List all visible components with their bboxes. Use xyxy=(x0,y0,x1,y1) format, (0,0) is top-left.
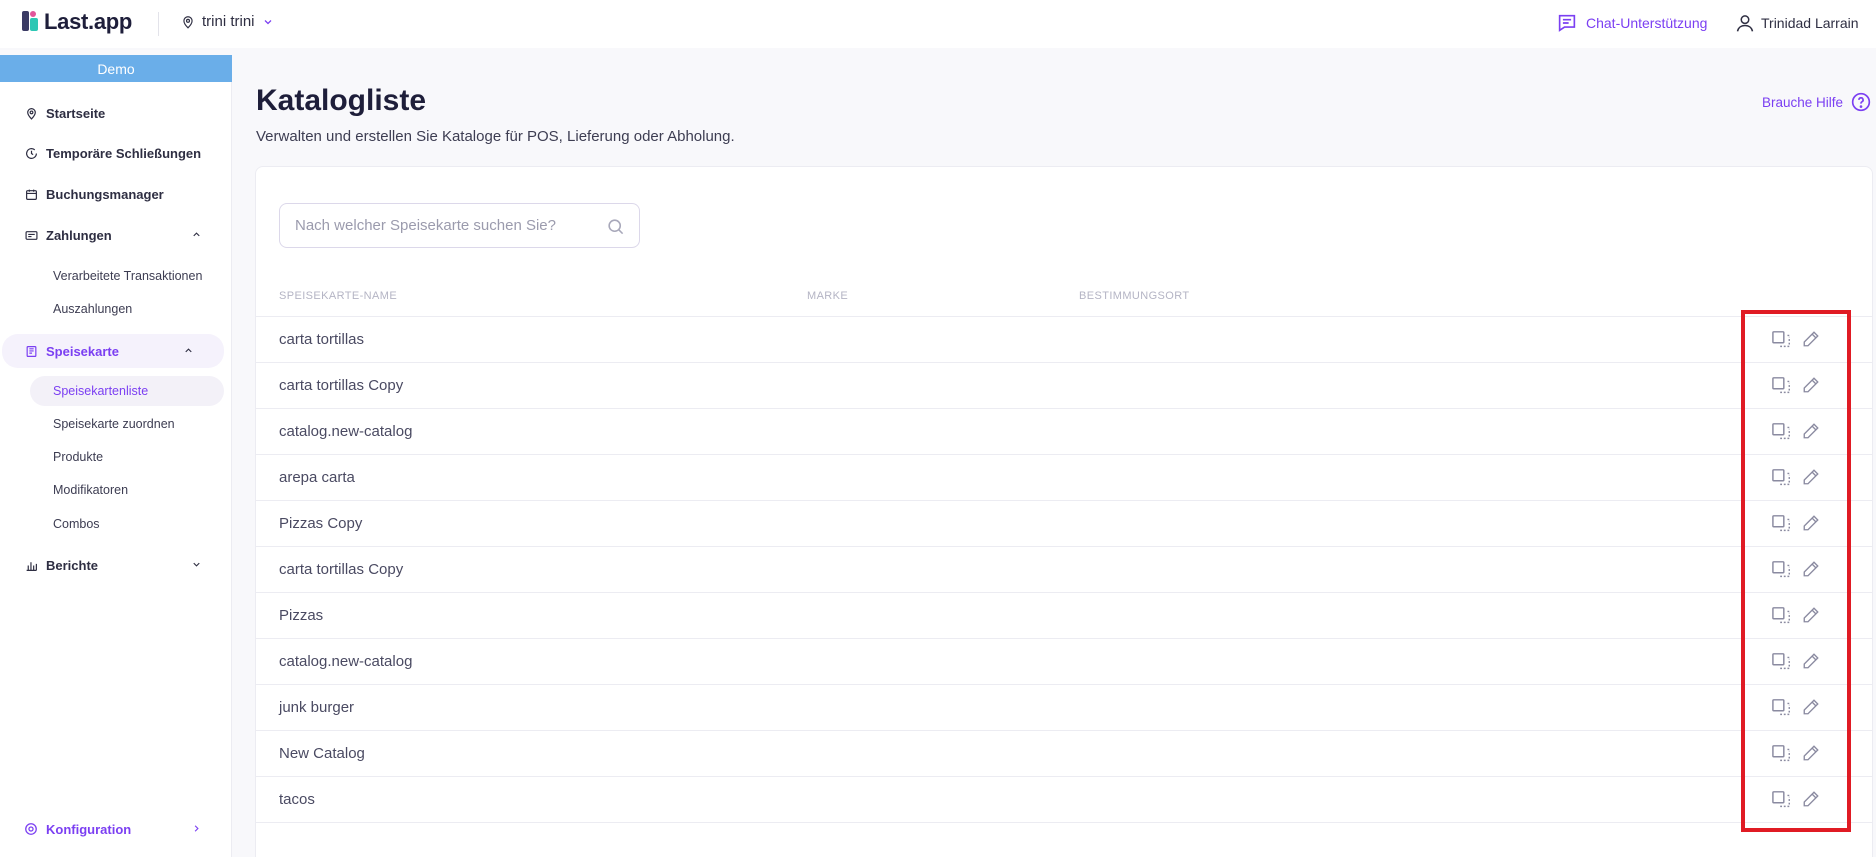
menu-book-icon xyxy=(24,344,38,358)
chevron-up-icon xyxy=(185,348,192,353)
table-row[interactable]: carta tortillas Copy xyxy=(256,362,1872,408)
chevron-down-icon xyxy=(264,19,271,24)
sidebar-item-label: Startseite xyxy=(46,105,106,121)
sidebar-subitem-modifiers[interactable]: Modifikatoren xyxy=(0,475,232,505)
search-input[interactable] xyxy=(295,217,595,234)
clock-icon xyxy=(24,146,38,160)
sidebar-subitem-payouts[interactable]: Auszahlungen xyxy=(0,294,232,324)
table-row[interactable]: junk burger xyxy=(256,684,1872,730)
sidebar-subitem-assign-menu[interactable]: Speisekarte zuordnen xyxy=(0,409,232,439)
app-logo[interactable]: Last.app xyxy=(22,9,132,35)
search-box[interactable] xyxy=(279,203,640,248)
map-pin-icon xyxy=(183,15,193,29)
column-header-brand: MARKE xyxy=(807,290,849,302)
table-row[interactable]: carta tortillas Copy xyxy=(256,546,1872,592)
gear-icon xyxy=(24,822,38,836)
sidebar-item-label: Buchungsmanager xyxy=(46,186,164,202)
chat-icon xyxy=(1558,14,1576,32)
chevron-up-icon xyxy=(193,232,200,237)
help-label: Brauche Hilfe xyxy=(1762,94,1844,110)
sidebar-item-label: Konfiguration xyxy=(46,821,132,837)
sidebar-item-menu[interactable]: Speisekarte xyxy=(2,334,224,368)
chat-support-button[interactable]: Chat-Unterstützung xyxy=(1557,14,1707,32)
sidebar-item-label: Berichte xyxy=(46,557,99,573)
catalog-name[interactable]: Pizzas Copy xyxy=(279,515,362,532)
sidebar-item-payments[interactable]: Zahlungen xyxy=(0,218,232,252)
table-row[interactable]: catalog.new-catalog xyxy=(256,408,1872,454)
sidebar-subitem-combos[interactable]: Combos xyxy=(0,509,232,539)
table-row[interactable]: tacos xyxy=(256,776,1872,822)
sidebar-item-label: Temporäre Schließungen xyxy=(46,145,202,161)
sidebar: Demo Startseite Temporäre Schließungen B… xyxy=(0,55,232,857)
sidebar-item-reports[interactable]: Berichte xyxy=(0,548,232,582)
column-header-name: SPEISEKARTE-NAME xyxy=(279,290,398,302)
catalog-name[interactable]: junk burger xyxy=(279,699,354,716)
logo-mark-icon xyxy=(22,10,42,34)
table-row[interactable]: Pizzas Copy xyxy=(256,500,1872,546)
catalog-table-card: SPEISEKARTE-NAME MARKE BESTIMMUNGSORT ca… xyxy=(255,166,1873,857)
catalog-name[interactable]: carta tortillas Copy xyxy=(279,377,403,394)
user-menu[interactable]: Trinidad Larrain xyxy=(1735,13,1859,33)
question-circle-icon xyxy=(1851,92,1871,112)
table-row[interactable]: Pizzas xyxy=(256,592,1872,638)
user-name: Trinidad Larrain xyxy=(1761,15,1859,31)
top-bar: Last.app trini trini Chat-Unterstützung … xyxy=(0,0,1876,48)
sidebar-subitem-products[interactable]: Produkte xyxy=(0,442,232,472)
page-title: Katalogliste xyxy=(256,84,427,117)
table-row[interactable]: catalog.new-catalog xyxy=(256,638,1872,684)
sidebar-item-configuration[interactable]: Konfiguration xyxy=(0,812,232,846)
sidebar-subitem-processed-transactions[interactable]: Verarbeitete Transaktionen xyxy=(0,261,232,291)
sidebar-item-label: Speisekarte xyxy=(46,343,119,359)
search-icon xyxy=(608,219,624,235)
sidebar-item-temporary-closures[interactable]: Temporäre Schließungen xyxy=(0,136,232,170)
payment-icon xyxy=(24,228,38,242)
catalog-name[interactable]: catalog.new-catalog xyxy=(279,653,412,670)
table-bottom-border xyxy=(256,822,1872,823)
column-header-destination: BESTIMMUNGSORT xyxy=(1079,290,1190,302)
sidebar-item-label: Zahlungen xyxy=(46,227,112,243)
demo-banner: Demo xyxy=(0,55,232,82)
catalog-name[interactable]: New Catalog xyxy=(279,745,365,762)
bar-chart-icon xyxy=(24,558,38,572)
logo-text: Last.app xyxy=(44,9,133,34)
sidebar-subitem-menu-list[interactable]: Speisekartenliste xyxy=(30,376,224,406)
chevron-right-icon xyxy=(194,825,199,832)
sidebar-item-booking-manager[interactable]: Buchungsmanager xyxy=(0,177,232,211)
calendar-icon xyxy=(24,187,38,201)
catalog-name[interactable]: catalog.new-catalog xyxy=(279,423,412,440)
map-pin-icon xyxy=(24,106,38,120)
user-icon xyxy=(1736,15,1754,32)
table-row[interactable]: New Catalog xyxy=(256,730,1872,776)
action-column-highlight xyxy=(1741,310,1851,832)
table-row[interactable]: arepa carta xyxy=(256,454,1872,500)
page-subtitle: Verwalten und erstellen Sie Kataloge für… xyxy=(256,128,735,145)
location-name: trini trini xyxy=(202,13,255,30)
catalog-name[interactable]: Pizzas xyxy=(279,607,323,624)
catalog-name[interactable]: carta tortillas xyxy=(279,331,364,348)
catalog-name[interactable]: carta tortillas Copy xyxy=(279,561,403,578)
catalog-name[interactable]: tacos xyxy=(279,791,315,808)
chevron-down-icon xyxy=(193,562,200,567)
header-divider xyxy=(158,12,159,36)
table-row[interactable]: carta tortillas xyxy=(256,316,1872,362)
sidebar-item-startseite[interactable]: Startseite xyxy=(0,96,232,130)
help-link[interactable]: Brauche Hilfe xyxy=(1762,92,1871,112)
chat-label: Chat-Unterstützung xyxy=(1586,15,1708,31)
location-selector[interactable]: trini trini xyxy=(181,13,274,30)
catalog-name[interactable]: arepa carta xyxy=(279,469,355,486)
